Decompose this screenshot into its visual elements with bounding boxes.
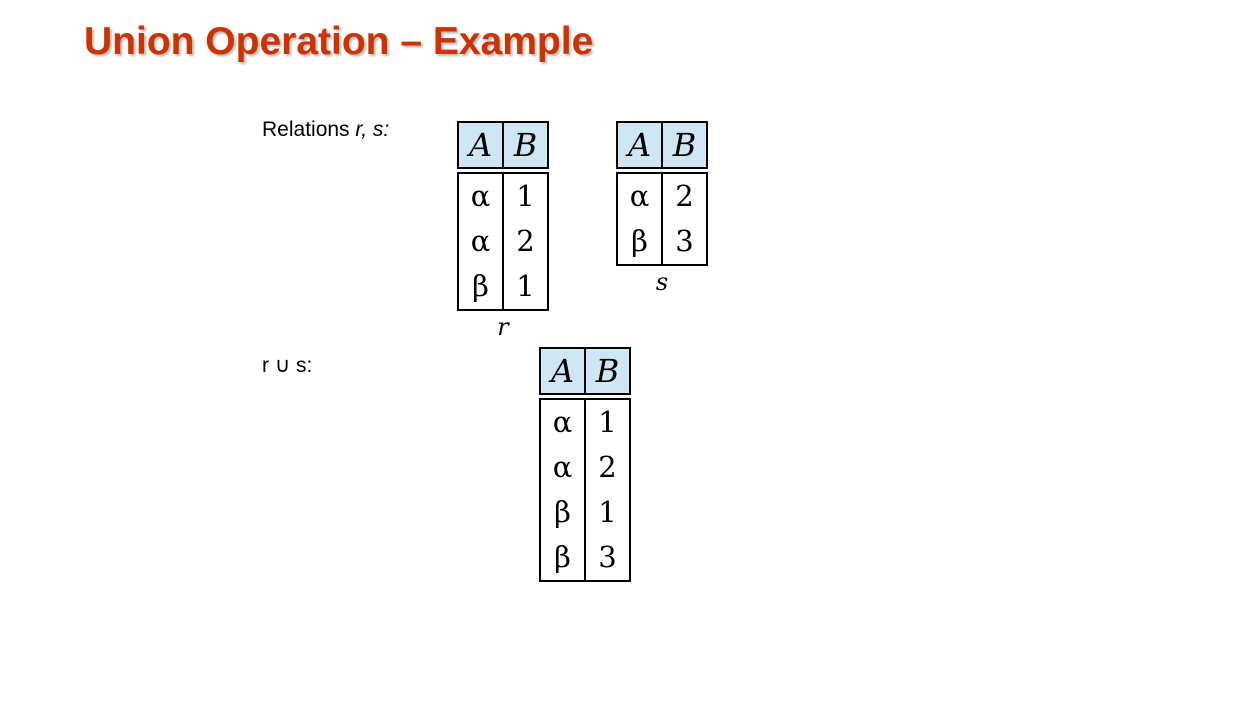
table-cell: 2 xyxy=(598,450,617,484)
relations-label: Relations r, s: xyxy=(262,118,389,142)
relation-s-table: A B α β 2 3 xyxy=(616,121,708,266)
relation-r-table: A B α α β 1 2 1 xyxy=(457,121,549,311)
relation-union-body: α α β β 1 2 1 3 xyxy=(539,398,631,582)
table-cell: α xyxy=(470,179,491,213)
table-cell: β xyxy=(631,224,648,258)
header-cell: A xyxy=(627,126,652,164)
header-cell: B xyxy=(672,126,697,164)
table-cell: 1 xyxy=(516,179,535,213)
table-cell: α xyxy=(552,405,573,439)
table-cell: α xyxy=(629,179,650,213)
relation-s-body: α β 2 3 xyxy=(616,172,708,266)
table-cell: α xyxy=(470,224,491,258)
relation-r: A B α α β 1 2 1 r xyxy=(457,121,549,341)
table-cell: β xyxy=(472,269,489,303)
relation-r-header: A B xyxy=(457,121,549,169)
relation-s: A B α β 2 3 s xyxy=(616,121,708,296)
union-label: r ∪ s: xyxy=(262,354,313,377)
relations-label-names: r, s: xyxy=(355,118,390,141)
relation-s-header: A B xyxy=(616,121,708,169)
table-cell: 2 xyxy=(675,179,694,213)
table-cell: 3 xyxy=(598,540,617,574)
table-cell: α xyxy=(552,450,573,484)
table-cell: 2 xyxy=(516,224,535,258)
relation-union: A B α α β β 1 2 1 3 xyxy=(539,347,631,582)
header-cell: B xyxy=(595,352,620,390)
relation-r-caption: r xyxy=(497,313,509,341)
table-cell: 1 xyxy=(598,405,617,439)
relation-union-table: A B α α β β 1 2 1 3 xyxy=(539,347,631,582)
header-cell: B xyxy=(513,126,538,164)
table-cell: β xyxy=(554,540,571,574)
slide-title: Union Operation – Example xyxy=(84,20,594,63)
table-cell: 3 xyxy=(675,224,694,258)
relations-label-prefix: Relations xyxy=(262,118,356,141)
table-cell: 1 xyxy=(516,269,535,303)
relation-s-caption: s xyxy=(655,268,669,296)
table-cell: 1 xyxy=(598,495,617,529)
table-cell: β xyxy=(554,495,571,529)
header-cell: A xyxy=(550,352,575,390)
header-cell: A xyxy=(468,126,493,164)
relation-union-header: A B xyxy=(539,347,631,395)
relation-r-body: α α β 1 2 1 xyxy=(457,172,549,311)
